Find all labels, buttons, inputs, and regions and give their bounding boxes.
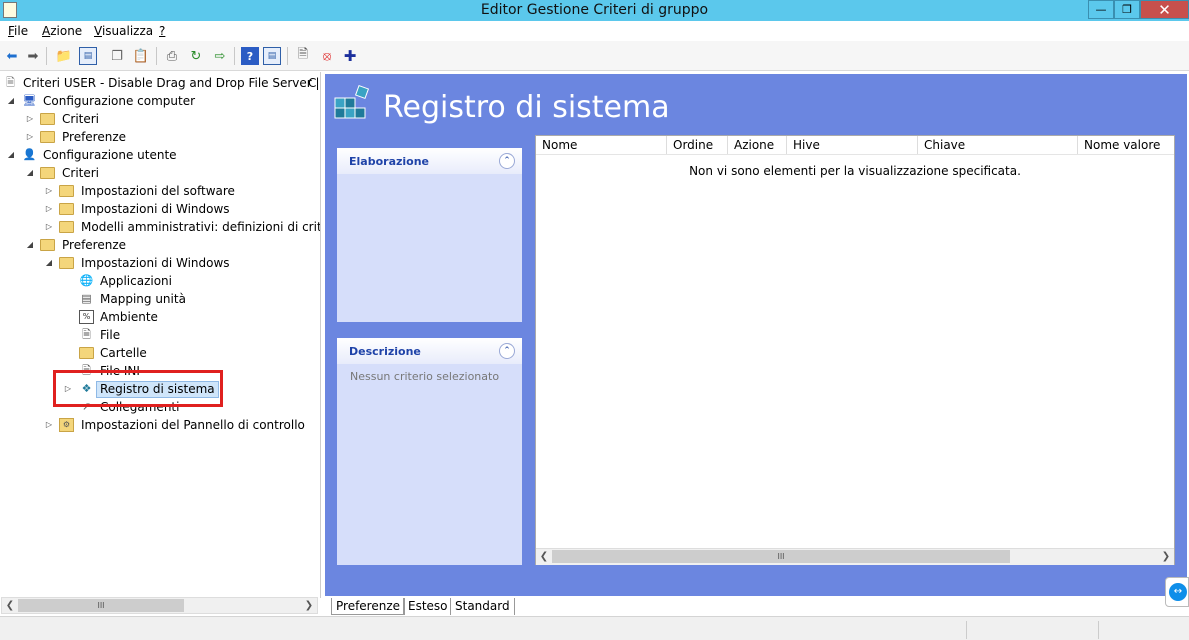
refresh-icon[interactable]: ↻: [187, 47, 205, 65]
tab-standard[interactable]: Standard: [450, 598, 515, 615]
toolbar: ⬅ ➡ 📁 ▤ ❐ 📋 ⎙ ↻ ⇨ ? ▤ 🗎 ⦻ ✚: [0, 41, 1189, 71]
panel-title: Descrizione: [349, 345, 421, 358]
column-header-nome-valore[interactable]: Nome valore: [1078, 136, 1174, 154]
drive-icon: ▤: [81, 292, 92, 305]
expand-icon[interactable]: ▷: [25, 110, 35, 128]
status-separator: [966, 621, 967, 639]
expand-icon[interactable]: ▷: [44, 200, 54, 218]
panel-description: Nessun criterio selezionato: [350, 370, 500, 383]
control-panel-icon: ⚙: [59, 418, 74, 432]
menu-azione[interactable]: Azione: [42, 24, 82, 38]
column-header-hive[interactable]: Hive: [787, 136, 918, 154]
column-header-nome[interactable]: Nome: [536, 136, 667, 154]
scroll-left-icon[interactable]: ❮: [536, 549, 552, 564]
user-icon: 👤: [22, 148, 37, 161]
descrizione-panel: Descrizione ⌃ Nessun criterio selezionat…: [337, 338, 522, 565]
properties-icon[interactable]: ▤: [263, 47, 281, 65]
menu-visualizza[interactable]: Visualizza: [94, 24, 153, 38]
scroll-left-icon[interactable]: ❮: [2, 598, 18, 613]
forward-arrow-icon[interactable]: ➡: [24, 47, 42, 65]
column-header-azione[interactable]: Azione: [728, 136, 787, 154]
add-icon[interactable]: ✚: [341, 47, 359, 65]
copy-icon[interactable]: ❐: [108, 47, 126, 65]
scroll-right-icon[interactable]: ❯: [301, 598, 317, 613]
stop-icon[interactable]: ⦻: [318, 47, 336, 65]
collapse-icon[interactable]: ◢: [25, 236, 35, 254]
view-tabs: Preferenze Esteso Standard: [323, 598, 1189, 616]
collapse-panel-icon[interactable]: ⌃: [499, 153, 515, 169]
paste-icon[interactable]: 📋: [132, 47, 150, 65]
items-list[interactable]: Nome Ordine Azione Hive Chiave Nome valo…: [535, 135, 1175, 565]
back-arrow-icon[interactable]: ⬅: [3, 47, 21, 65]
folder-icon: [59, 203, 74, 215]
expand-icon[interactable]: ▷: [44, 416, 54, 434]
expand-icon[interactable]: ▷: [44, 218, 54, 236]
status-separator: [1098, 621, 1099, 639]
export-list-icon[interactable]: ⇨: [211, 47, 229, 65]
teamviewer-icon: ↔: [1169, 583, 1187, 601]
print-icon[interactable]: ⎙: [163, 47, 181, 65]
panel-title: Elaborazione: [349, 155, 430, 168]
scroll-thumb[interactable]: III: [552, 550, 1010, 563]
scroll-right-icon[interactable]: ❯: [1158, 549, 1174, 564]
toolbar-separator: [234, 47, 235, 65]
menu-help[interactable]: ?: [159, 24, 165, 38]
tree-hscrollbar[interactable]: ❮ III ❯: [1, 597, 318, 614]
up-folder-icon[interactable]: 📁: [55, 47, 73, 65]
scroll-thumb[interactable]: III: [18, 599, 184, 612]
collapse-icon[interactable]: ◢: [44, 254, 54, 272]
status-bar: [0, 616, 1189, 640]
window-title: Editor Gestione Criteri di gruppo: [480, 2, 709, 18]
show-hide-tree-icon[interactable]: ▤: [79, 47, 97, 65]
folder-icon: [59, 257, 74, 269]
toolbar-separator: [287, 47, 288, 65]
menu-file[interactable]: File: [8, 24, 28, 38]
tab-preferenze[interactable]: Preferenze: [331, 598, 406, 615]
folder-icon: [40, 167, 55, 179]
close-button[interactable]: ✕: [1140, 0, 1189, 19]
folder-icon: [79, 347, 94, 359]
folder-icon: [40, 131, 55, 143]
tree-pane: 🗎 Criteri USER - Disable Drag and Drop F…: [0, 72, 321, 598]
toolbar-separator: [46, 47, 47, 65]
toolbar-separator: [156, 47, 157, 65]
collapse-icon[interactable]: ◢: [6, 146, 16, 164]
expand-icon[interactable]: ▷: [44, 182, 54, 200]
page-title: Registro di sistema: [383, 90, 670, 125]
tab-esteso[interactable]: Esteso: [403, 598, 452, 615]
collapse-icon[interactable]: ◢: [25, 164, 35, 182]
menu-bar: File Azione Visualizza ?: [0, 21, 1189, 41]
expand-icon[interactable]: ▷: [25, 128, 35, 146]
maximize-button[interactable]: ❐: [1114, 0, 1140, 19]
globe-icon: 🌐: [79, 274, 94, 287]
highlight-annotation: [53, 370, 223, 407]
file-icon: 🗎: [82, 328, 91, 341]
column-header-chiave[interactable]: Chiave: [918, 136, 1078, 154]
list-hscrollbar[interactable]: ❮ III ❯: [536, 548, 1174, 565]
policy-document-icon: 🗎: [6, 76, 15, 89]
collapse-panel-icon[interactable]: ⌃: [499, 343, 515, 359]
teamviewer-tab[interactable]: ↔: [1165, 577, 1189, 607]
minimize-button[interactable]: —: [1088, 0, 1114, 19]
environment-icon: %: [79, 310, 94, 324]
folder-icon: [59, 221, 74, 233]
registry-icon: [334, 84, 370, 119]
tree-root-overflow: C: [308, 76, 317, 90]
folder-icon: [40, 113, 55, 125]
empty-list-message: Non vi sono elementi per la visualizzazi…: [689, 164, 1021, 178]
folder-icon: [59, 185, 74, 197]
computer-icon: 🖥: [22, 94, 37, 107]
title-bar: Editor Gestione Criteri di gruppo — ❐ ✕: [0, 0, 1189, 21]
help-icon[interactable]: ?: [241, 47, 259, 65]
folder-icon: [40, 239, 55, 251]
elaborazione-panel: Elaborazione ⌃: [337, 148, 522, 322]
show-details-icon[interactable]: 🗎: [294, 47, 312, 65]
column-header-ordine[interactable]: Ordine: [667, 136, 728, 154]
collapse-icon[interactable]: ◢: [6, 92, 16, 110]
